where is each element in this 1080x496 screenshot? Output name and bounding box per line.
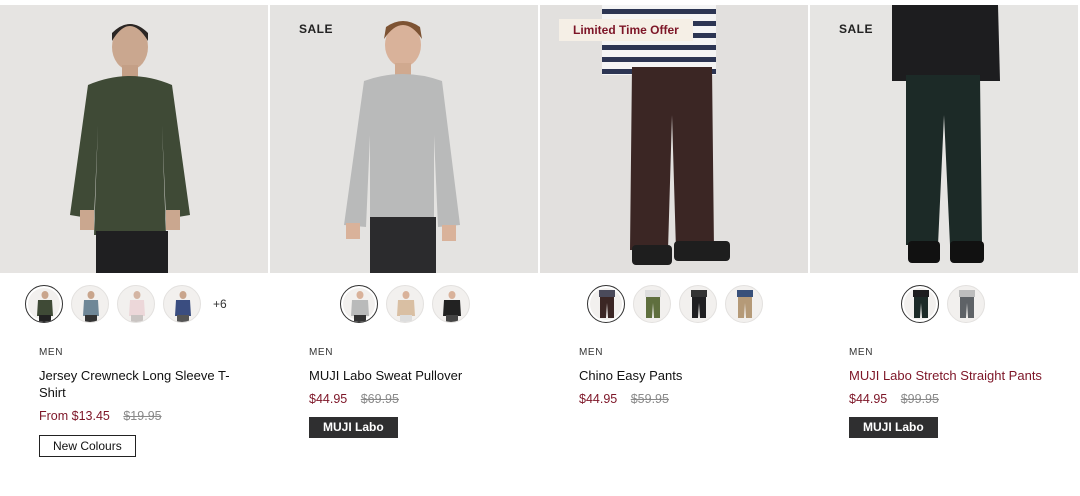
product-price: $44.95 $69.95	[309, 392, 399, 406]
olive-tee-icon[interactable]	[25, 285, 63, 323]
original-price: $69.95	[360, 392, 399, 406]
sale-price: From $13.45	[39, 409, 110, 423]
black-pants-icon[interactable]	[679, 285, 717, 323]
black-pants-icon[interactable]	[901, 285, 939, 323]
sale-badge: SALE	[839, 22, 874, 36]
muji-labo-tag: MUJI Labo	[309, 417, 398, 438]
product-card: +6 MEN Jersey Crewneck Long Sleeve T-Shi…	[0, 0, 270, 496]
grey-pants-icon[interactable]	[947, 285, 985, 323]
sale-price: $44.95	[849, 392, 888, 406]
product-card: SALE MEN MUJI Labo Stretch Straight Pant…	[810, 0, 1080, 496]
navy-tee-icon[interactable]	[163, 285, 201, 323]
product-card: Limited Time Offer MEN Chino Easy Pants …	[540, 0, 810, 496]
color-swatches	[901, 284, 993, 324]
pink-tee-icon[interactable]	[117, 285, 155, 323]
color-swatches	[340, 284, 478, 324]
color-swatches	[587, 284, 771, 324]
more-colors-count[interactable]: +6	[213, 297, 227, 311]
blue-grey-tee-icon[interactable]	[71, 285, 109, 323]
original-price: $19.95	[123, 409, 162, 423]
new-colours-tag: New Colours	[39, 435, 136, 457]
product-category: MEN	[579, 347, 604, 358]
product-grid: +6 MEN Jersey Crewneck Long Sleeve T-Shi…	[0, 0, 1080, 496]
sale-badge: SALE	[299, 22, 334, 36]
product-price: From $13.45 $19.95	[39, 409, 162, 423]
original-price: $99.95	[900, 392, 939, 406]
khaki-pants-icon[interactable]	[633, 285, 671, 323]
beige-pants-icon[interactable]	[725, 285, 763, 323]
sale-price: $44.95	[579, 392, 618, 406]
sale-price: $44.95	[309, 392, 348, 406]
product-card: SALE MEN MUJI Labo Sweat Pullover $44.95…	[270, 0, 540, 496]
product-image[interactable]: Limited Time Offer	[540, 5, 808, 273]
product-name[interactable]: Chino Easy Pants	[579, 367, 779, 384]
brown-pants-icon[interactable]	[587, 285, 625, 323]
product-name[interactable]: Jersey Crewneck Long Sleeve T-Shirt	[39, 367, 239, 401]
product-name[interactable]: MUJI Labo Sweat Pullover	[309, 367, 509, 384]
product-category: MEN	[849, 347, 874, 358]
product-name[interactable]: MUJI Labo Stretch Straight Pants	[849, 367, 1049, 384]
product-category: MEN	[39, 347, 64, 358]
black-sweater-icon[interactable]	[432, 285, 470, 323]
muji-labo-tag: MUJI Labo	[849, 417, 938, 438]
beige-sweater-icon[interactable]	[386, 285, 424, 323]
product-price: $44.95 $59.95	[579, 392, 669, 406]
grey-sweater-icon[interactable]	[340, 285, 378, 323]
product-image[interactable]: SALE	[270, 5, 538, 273]
color-swatches: +6	[25, 284, 227, 324]
product-price: $44.95 $99.95	[849, 392, 939, 406]
limited-offer-badge: Limited Time Offer	[559, 19, 693, 41]
product-image[interactable]	[0, 5, 268, 273]
product-image[interactable]: SALE	[810, 5, 1078, 273]
original-price: $59.95	[630, 392, 669, 406]
product-category: MEN	[309, 347, 334, 358]
